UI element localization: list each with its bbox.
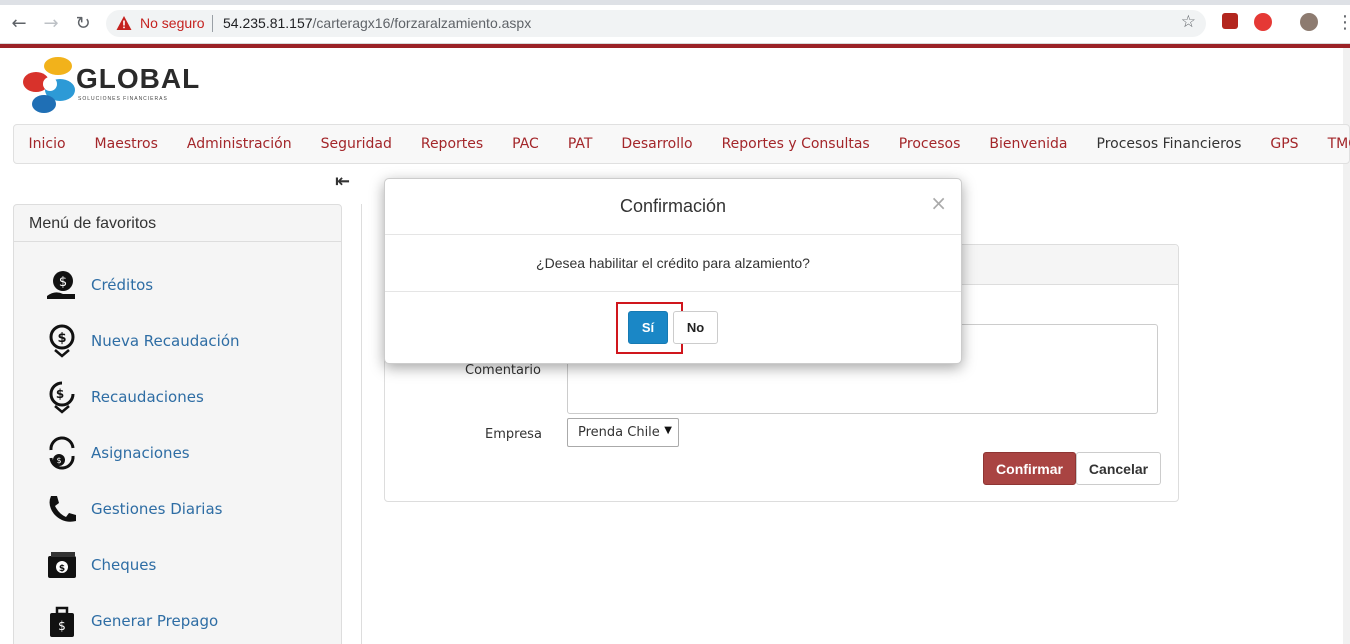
security-label[interactable]: No seguro: [140, 15, 205, 31]
url-host: 54.235.81.157: [223, 15, 313, 31]
menu-item-pat[interactable]: PAT: [553, 136, 607, 152]
sidebar-item-cheques[interactable]: $ Cheques: [44, 545, 156, 585]
back-icon[interactable]: ←: [8, 12, 30, 34]
sidebar-title: Menú de favoritos: [14, 205, 341, 242]
menu-item-tmc[interactable]: TMC: [1313, 136, 1350, 152]
main-navbar: Inicio Maestros Administración Seguridad…: [13, 124, 1350, 164]
sidebar-item-gestiones-diarias[interactable]: Gestiones Diarias: [44, 489, 222, 529]
phone-icon: [44, 491, 80, 527]
svg-text:$: $: [56, 387, 64, 401]
menu-item-maestros[interactable]: Maestros: [80, 136, 172, 152]
modal-body: ¿Desea habilitar el crédito para alzamie…: [385, 235, 961, 292]
header-accent-bar: [0, 44, 1350, 48]
forward-icon[interactable]: →: [40, 12, 62, 34]
divider: [212, 15, 213, 32]
pdf-extension-icon[interactable]: [1222, 13, 1238, 29]
menu-item-seguridad[interactable]: Seguridad: [306, 136, 406, 152]
sidebar-item-label: Recaudaciones: [91, 388, 204, 406]
logo-text: GLOBAL: [76, 63, 201, 94]
credit-hand-icon: $: [44, 267, 80, 303]
sidebar-item-label: Nueva Recaudación: [91, 332, 240, 350]
modal-header: Confirmación ×: [385, 179, 961, 235]
prepay-bag-icon: $: [44, 603, 80, 639]
logo-tagline: SOLUCIONES FINANCIERAS: [78, 96, 168, 102]
url-text[interactable]: 54.235.81.157/carteragx16/forzaralzamien…: [223, 15, 531, 31]
svg-text:$: $: [59, 275, 67, 290]
menu-item-inicio[interactable]: Inicio: [14, 136, 80, 152]
warning-icon: [116, 16, 132, 30]
menu-item-reportes-consultas[interactable]: Reportes y Consultas: [707, 136, 884, 152]
confirmation-modal: Confirmación × ¿Desea habilitar el crédi…: [384, 178, 962, 364]
no-button[interactable]: No: [673, 311, 718, 344]
svg-text:$: $: [58, 619, 66, 633]
bookmark-star-icon[interactable]: ☆: [1181, 12, 1196, 32]
company-selected-value: Prenda Chile: [578, 425, 660, 440]
menu-item-administracion[interactable]: Administración: [172, 136, 306, 152]
content-divider: [361, 204, 362, 644]
svg-text:$: $: [56, 456, 61, 465]
favorites-sidebar: Menú de favoritos $ Créditos $ Nueva Rec…: [13, 204, 342, 644]
logo-mark-icon: [23, 57, 75, 113]
cheque-icon: $: [44, 547, 80, 583]
cancel-button[interactable]: Cancelar: [1076, 452, 1161, 485]
browser-toolbar: ← → ↻ No seguro 54.235.81.157/carteragx1…: [0, 0, 1350, 44]
menu-item-desarrollo[interactable]: Desarrollo: [607, 136, 707, 152]
extension-badge-icon[interactable]: [1254, 13, 1272, 31]
sidebar-item-label: Gestiones Diarias: [91, 500, 223, 518]
sidebar-item-asignaciones[interactable]: $ Asignaciones: [44, 433, 190, 473]
sidebar-item-label: Asignaciones: [91, 444, 190, 462]
svg-text:$: $: [57, 331, 66, 346]
comment-label: Comentario: [465, 363, 541, 378]
address-bar[interactable]: No seguro 54.235.81.157/carteragx16/forz…: [106, 10, 1206, 37]
brand-logo[interactable]: GLOBAL SOLUCIONES FINANCIERAS: [20, 52, 200, 118]
close-icon[interactable]: ×: [930, 191, 947, 215]
menu-item-procesos-financieros[interactable]: Procesos Financieros: [1082, 136, 1256, 152]
yes-button[interactable]: Sí: [628, 311, 668, 344]
sidebar-item-recaudaciones[interactable]: $ Recaudaciones: [44, 377, 204, 417]
sidebar-item-label: Cheques: [91, 556, 157, 574]
sidebar-item-nueva-recaudacion[interactable]: $ Nueva Recaudación: [44, 321, 240, 361]
sidebar-item-label: Generar Prepago: [91, 612, 219, 630]
url-path: /carteragx16/forzaralzamiento.aspx: [312, 15, 532, 31]
tab-strip: [0, 0, 1350, 5]
menu-item-procesos[interactable]: Procesos: [884, 136, 975, 152]
menu-item-bienvenida[interactable]: Bienvenida: [975, 136, 1082, 152]
more-options-icon[interactable]: ⋮: [1336, 12, 1350, 33]
modal-message: ¿Desea habilitar el crédito para alzamie…: [536, 255, 810, 271]
sidebar-item-label: Créditos: [91, 276, 154, 294]
collapse-sidebar-icon[interactable]: ⇤: [335, 171, 350, 192]
assignments-icon: $: [44, 435, 80, 471]
collections-icon: $: [44, 379, 80, 415]
svg-text:$: $: [59, 564, 65, 574]
company-select[interactable]: Prenda Chile ▼: [567, 418, 679, 447]
confirm-button[interactable]: Confirmar: [983, 452, 1076, 485]
new-collection-icon: $: [44, 323, 80, 359]
company-label: Empresa: [485, 427, 542, 442]
page-content: GLOBAL SOLUCIONES FINANCIERAS Inicio Mae…: [0, 44, 1350, 644]
modal-title: Confirmación: [619, 196, 727, 216]
menu-item-pac[interactable]: PAC: [498, 136, 554, 152]
sidebar-item-creditos[interactable]: $ Créditos: [44, 265, 153, 305]
dropdown-arrow-icon: ▼: [664, 425, 672, 436]
avatar[interactable]: [1300, 13, 1318, 31]
reload-icon[interactable]: ↻: [72, 12, 94, 34]
menu-item-reportes[interactable]: Reportes: [406, 136, 497, 152]
sidebar-item-generar-prepago[interactable]: $ Generar Prepago: [44, 601, 218, 641]
menu-item-gps[interactable]: GPS: [1256, 136, 1313, 152]
